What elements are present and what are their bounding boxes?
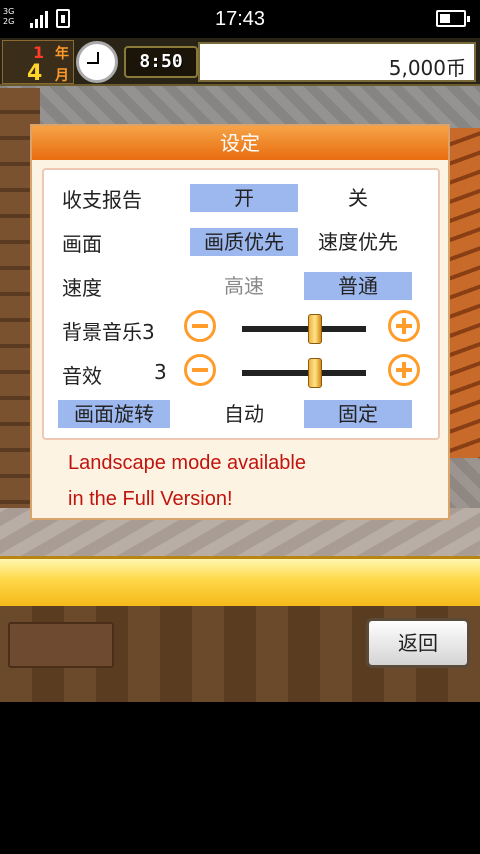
dialog-title: 设定 <box>32 126 448 160</box>
speed-priority-option[interactable]: 速度优先 <box>304 228 412 256</box>
bgm-increase-button[interactable] <box>388 310 420 342</box>
sfx-slider-knob[interactable] <box>308 358 322 388</box>
money-amount: 5,000币 <box>388 56 466 80</box>
top-hud: 1 年 4 月 8:50 5,000币 <box>0 38 480 86</box>
sfx-slider-track[interactable] <box>242 370 366 376</box>
back-button[interactable]: 返回 <box>366 618 470 668</box>
city-buildings-right <box>448 128 480 458</box>
quality-priority-option[interactable]: 画质优先 <box>190 228 298 256</box>
sfx-label: 音效 <box>62 364 102 388</box>
month-unit: 月 <box>55 68 69 84</box>
speed-normal-option[interactable]: 普通 <box>304 272 412 300</box>
money-display: 5,000币 <box>198 42 476 82</box>
bgm-decrease-button[interactable] <box>184 310 216 342</box>
speed-fast-option[interactable]: 高速 <box>190 272 298 300</box>
rotation-auto-option[interactable]: 自动 <box>190 400 298 428</box>
date-display: 1 年 4 月 <box>2 40 74 86</box>
report-off-option[interactable]: 关 <box>304 184 412 212</box>
year-unit: 年 <box>55 46 69 62</box>
message-bar <box>0 556 480 610</box>
settings-dialog: 设定 收支报告 开 关 画面 画质优先 速度优先 速度 高速 普通 背景音乐3 … <box>30 124 450 520</box>
status-time: 17:43 <box>214 8 266 30</box>
status-bar: 3G 2G 17:43 <box>0 0 480 38</box>
screen-label: 画面 <box>62 232 102 256</box>
rotation-label: 画面旋转 <box>58 400 170 428</box>
sfx-increase-button[interactable] <box>388 354 420 386</box>
speed-label: 速度 <box>62 276 102 300</box>
bgm-label-text: 背景音乐 <box>62 320 142 344</box>
year-number: 1 <box>33 43 45 62</box>
empty-slot <box>8 622 114 668</box>
month-number: 4 <box>27 61 43 86</box>
bgm-slider-knob[interactable] <box>308 314 322 344</box>
bottom-panel: 返回 <box>0 606 480 702</box>
options-panel: 收支报告 开 关 画面 画质优先 速度优先 速度 高速 普通 背景音乐3 音效 … <box>42 168 440 440</box>
sfx-decrease-button[interactable] <box>184 354 216 386</box>
report-label: 收支报告 <box>62 188 142 212</box>
bgm-slider-track[interactable] <box>242 326 366 332</box>
battery-icon <box>436 10 470 27</box>
game-time-display: 8:50 <box>124 46 198 78</box>
game-time: 8:50 <box>139 51 183 72</box>
notice-line-1: Landscape mode available <box>68 452 306 474</box>
rotation-fixed-option[interactable]: 固定 <box>304 400 412 428</box>
notice-line-2: in the Full Version! <box>68 488 233 510</box>
bgm-value: 3 <box>142 320 155 344</box>
game-view[interactable]: 1 年 4 月 8:50 5,000币 设定 收支报告 开 关 画面 画质优先 … <box>0 38 480 702</box>
sfx-value: 3 <box>154 360 167 384</box>
clock-icon <box>76 41 118 83</box>
report-on-option[interactable]: 开 <box>190 184 298 212</box>
bgm-label: 背景音乐3 <box>62 316 155 345</box>
